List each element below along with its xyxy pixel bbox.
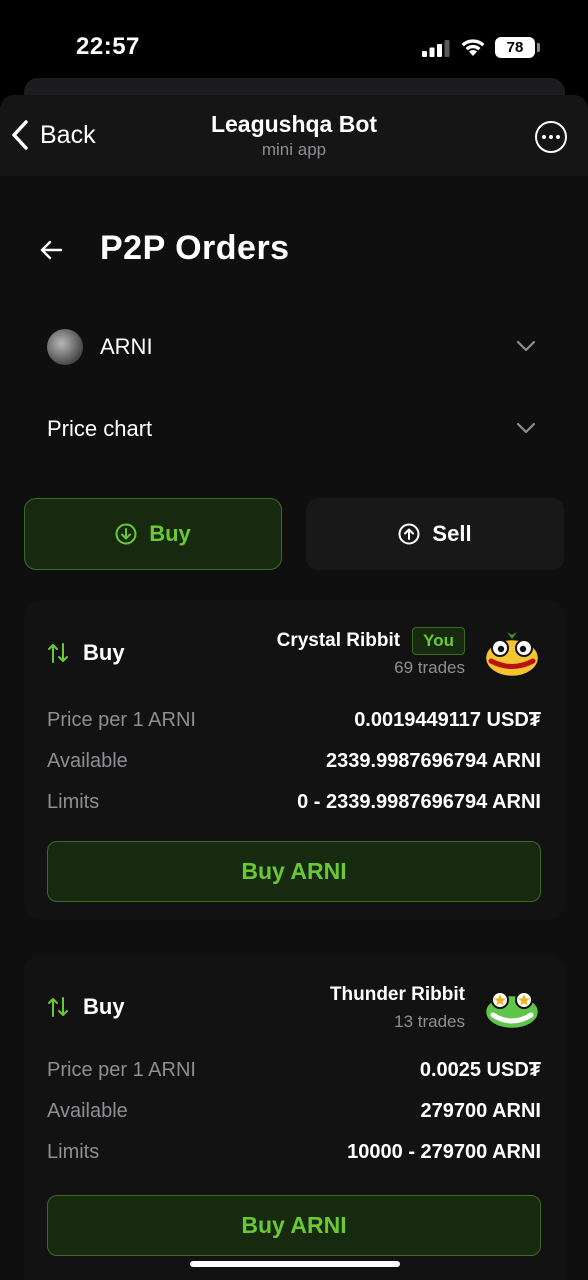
seller-trades: 69 trades — [394, 658, 465, 677]
order-card: Buy Crystal Ribbit You 69 trades Price pe… — [24, 600, 565, 920]
swap-vertical-icon — [48, 643, 68, 663]
cellular-signal-icon — [422, 40, 450, 57]
price-label: Price per 1 ARNI — [47, 709, 196, 731]
telegram-header: Back Leagushqa Bot mini app — [0, 95, 588, 176]
limits-row: Limits 0 - 2339.9987696794 ARNI — [47, 791, 541, 821]
buy-arni-button[interactable]: Buy ARNI — [47, 841, 541, 902]
price-row: Price per 1 ARNI 0.0025 USD₮ — [47, 1059, 541, 1089]
seller-avatar-frog — [483, 982, 541, 1031]
limits-value: 0 - 2339.9987696794 ARNI — [297, 791, 541, 813]
token-avatar — [47, 329, 83, 365]
price-row: Price per 1 ARNI 0.0019449117 USD₮ — [47, 709, 541, 739]
limits-row: Limits 10000 - 279700 ARNI — [47, 1141, 541, 1171]
chevron-down-icon — [516, 422, 536, 434]
wifi-icon — [461, 39, 485, 56]
swap-vertical-icon — [48, 997, 68, 1017]
available-row: Available 279700 ARNI — [47, 1100, 541, 1130]
tab-sell[interactable]: Sell — [306, 498, 564, 570]
price-value: 0.0019449117 USD₮ — [354, 709, 541, 731]
order-side-label: Buy — [83, 994, 125, 1019]
dot-icon — [556, 135, 560, 139]
more-options-button[interactable] — [535, 121, 567, 153]
order-card: Buy Thunder Ribbit 13 trades Price per 1… — [24, 955, 565, 1280]
seller-name-label: Crystal Ribbit — [276, 630, 401, 651]
token-selector[interactable]: ARNI — [0, 322, 588, 372]
price-label: Price per 1 ARNI — [47, 1059, 196, 1081]
available-label: Available — [47, 750, 128, 772]
limits-label: Limits — [47, 791, 100, 813]
order-side: Buy — [47, 640, 125, 666]
you-badge: You — [412, 627, 465, 655]
page-title: P2P Orders — [100, 229, 290, 267]
arrow-left-icon[interactable] — [38, 237, 64, 263]
dot-icon — [549, 135, 553, 139]
bot-title: Leagushqa Bot — [210, 111, 378, 137]
seller-name[interactable]: Thunder Ribbit — [330, 984, 465, 1006]
tab-buy-label: Buy — [149, 521, 191, 546]
mini-app-sheet: Back Leagushqa Bot mini app P2P Orders A… — [0, 95, 588, 1280]
price-chart-label: Price chart — [47, 416, 153, 441]
chevron-down-icon — [516, 340, 536, 352]
price-value: 0.0025 USD₮ — [419, 1059, 541, 1081]
limits-label: Limits — [47, 1141, 100, 1163]
buy-arni-button[interactable]: Buy ARNI — [47, 1195, 541, 1256]
available-value: 2339.9987696794 ARNI — [326, 750, 541, 772]
tab-buy[interactable]: Buy — [24, 498, 282, 570]
home-indicator[interactable] — [190, 1261, 400, 1267]
order-side: Buy — [47, 994, 125, 1020]
seller-name[interactable]: Crystal Ribbit You — [277, 627, 465, 655]
arrow-up-circle-icon — [398, 523, 420, 545]
page-header: P2P Orders — [0, 225, 588, 275]
battery-indicator: 78 — [495, 37, 535, 58]
seller-trades: 13 trades — [394, 1012, 465, 1031]
status-bar: 22:57 78 — [0, 0, 588, 90]
arrow-down-circle-icon — [115, 523, 137, 545]
status-time: 22:57 — [76, 33, 140, 60]
limits-value: 10000 - 279700 ARNI — [347, 1141, 541, 1163]
bot-subtitle: mini app — [261, 140, 327, 159]
dot-icon — [542, 135, 546, 139]
available-label: Available — [47, 1100, 128, 1122]
price-chart-toggle[interactable]: Price chart — [0, 404, 588, 454]
token-label: ARNI — [100, 334, 153, 359]
order-side-label: Buy — [83, 640, 125, 665]
seller-avatar-frog — [483, 632, 541, 679]
tab-sell-label: Sell — [432, 521, 472, 546]
battery-tip — [537, 43, 540, 52]
available-value: 279700 ARNI — [420, 1100, 541, 1122]
available-row: Available 2339.9987696794 ARNI — [47, 750, 541, 780]
